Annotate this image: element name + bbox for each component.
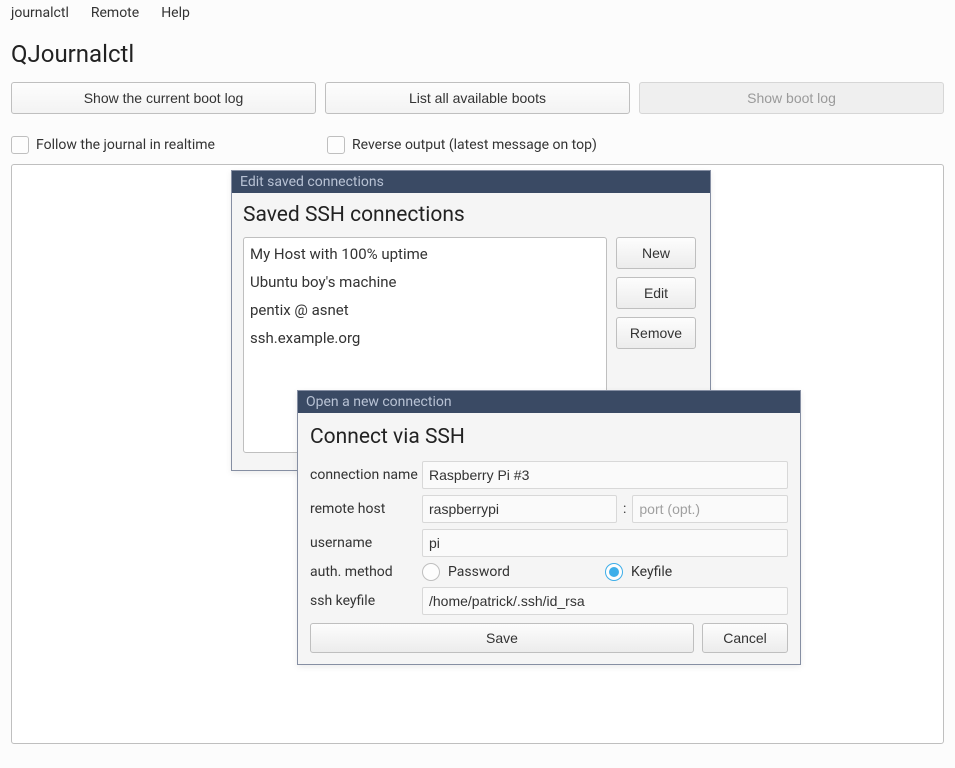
username-label: username [310, 535, 422, 551]
options-row: Follow the journal in realtime Reverse o… [0, 114, 955, 154]
show-current-boot-button[interactable]: Show the current boot log [11, 82, 316, 114]
reverse-output-option[interactable]: Reverse output (latest message on top) [327, 136, 597, 154]
ssh-keyfile-label: ssh keyfile [310, 593, 422, 609]
menu-remote[interactable]: Remote [91, 5, 139, 21]
remove-button[interactable]: Remove [616, 317, 696, 349]
username-input[interactable] [422, 529, 788, 557]
auth-keyfile-option[interactable]: Keyfile [605, 563, 788, 581]
show-boot-log-button: Show boot log [639, 82, 944, 114]
list-boots-button[interactable]: List all available boots [325, 82, 630, 114]
checkbox-icon[interactable] [327, 136, 345, 154]
dialog-title: Edit saved connections [232, 171, 710, 193]
auth-password-option[interactable]: Password [422, 563, 605, 581]
radio-icon[interactable] [605, 563, 623, 581]
remote-host-label: remote host [310, 501, 422, 517]
reverse-output-label: Reverse output (latest message on top) [352, 137, 597, 153]
follow-realtime-option[interactable]: Follow the journal in realtime [11, 136, 327, 154]
menubar: journalctl Remote Help [0, 0, 955, 26]
ssh-keyfile-input[interactable] [422, 587, 788, 615]
radio-icon[interactable] [422, 563, 440, 581]
checkbox-icon[interactable] [11, 136, 29, 154]
save-button[interactable]: Save [310, 623, 694, 653]
app-title: QJournalctl [0, 26, 955, 72]
edit-button[interactable]: Edit [616, 277, 696, 309]
connection-name-input[interactable] [422, 461, 788, 489]
new-button[interactable]: New [616, 237, 696, 269]
list-item[interactable]: pentix @ asnet [244, 296, 606, 324]
cancel-button[interactable]: Cancel [702, 623, 788, 653]
connection-name-label: connection name [310, 467, 422, 483]
auth-password-label: Password [448, 564, 510, 580]
list-item[interactable]: My Host with 100% uptime [244, 240, 606, 268]
list-item[interactable]: Ubuntu boy's machine [244, 268, 606, 296]
host-port-separator: : [623, 501, 626, 517]
follow-realtime-label: Follow the journal in realtime [36, 137, 215, 153]
menu-journalctl[interactable]: journalctl [11, 5, 69, 21]
port-input[interactable] [632, 495, 788, 523]
new-connection-dialog: Open a new connection Connect via SSH co… [297, 390, 801, 665]
auth-keyfile-label: Keyfile [631, 564, 672, 580]
list-item[interactable]: ssh.example.org [244, 324, 606, 352]
toolbar: Show the current boot log List all avail… [0, 72, 955, 114]
connect-ssh-heading: Connect via SSH [310, 425, 788, 449]
saved-connections-heading: Saved SSH connections [243, 203, 699, 227]
remote-host-input[interactable] [422, 495, 617, 523]
auth-method-label: auth. method [310, 564, 422, 580]
menu-help[interactable]: Help [161, 5, 190, 21]
dialog-title: Open a new connection [298, 391, 800, 413]
